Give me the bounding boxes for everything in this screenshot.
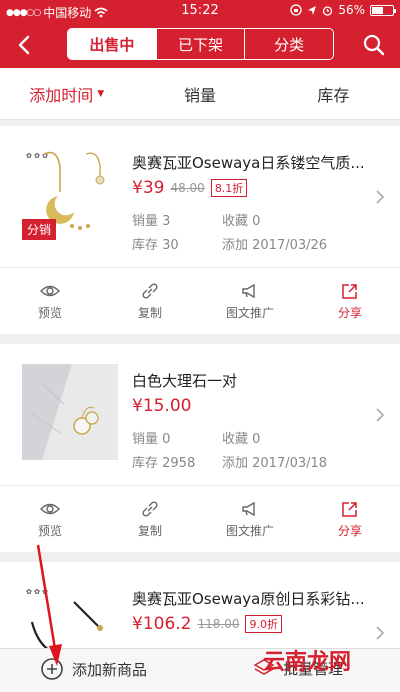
- location-icon: [308, 5, 317, 15]
- product-card: 白色大理石一对 ¥15.00 销量 0 收藏 0 库存 2958 添加 2017…: [0, 344, 400, 552]
- sort-sales[interactable]: 销量: [133, 68, 266, 119]
- favorites-count: 收藏 0: [222, 432, 261, 447]
- marble-earring-image: [22, 364, 118, 460]
- share-button[interactable]: 分享: [300, 268, 400, 334]
- discount-badge: 9.0折: [245, 615, 282, 633]
- copy-button[interactable]: 复制: [100, 268, 200, 334]
- chevron-right-icon: [376, 626, 385, 640]
- battery-percent: 56%: [338, 3, 365, 17]
- added-date: 添加 2017/03/18: [222, 456, 328, 471]
- status-bar: ●●●○○ 中国移动 15:22 56%: [0, 0, 400, 22]
- product-price: ¥106.2: [132, 614, 192, 634]
- tab-category[interactable]: 分类: [244, 29, 333, 59]
- back-icon[interactable]: [14, 34, 36, 56]
- link-icon: [142, 282, 158, 299]
- product-card: ✿ ✿ ✿ 分销 奥赛瓦亚Osewaya日系镂空气质... ¥39 48.00 …: [0, 126, 400, 334]
- share-label: 分享: [337, 523, 362, 538]
- svg-text:✿ ✿ ✿: ✿ ✿ ✿: [26, 588, 48, 596]
- promote-button[interactable]: 图文推广: [200, 486, 300, 552]
- chevron-right-icon: [376, 408, 385, 422]
- price-row: ¥39 48.00 8.1折: [132, 178, 248, 198]
- link-icon: [142, 500, 158, 517]
- stock-count: 库存 2958: [132, 456, 196, 471]
- add-product-button[interactable]: 添加新商品: [40, 657, 147, 681]
- sort-label: 添加时间: [29, 85, 94, 105]
- product-info[interactable]: ✿ ✿ ✿ 分销 奥赛瓦亚Osewaya日系镂空气质... ¥39 48.00 …: [0, 126, 400, 268]
- promote-label: 图文推广: [225, 523, 274, 538]
- necklace-image: ✿ ✿ ✿: [22, 582, 118, 648]
- battery-icon: [370, 4, 396, 16]
- plus-circle-icon: [41, 658, 63, 680]
- stock-count: 库存 30: [132, 238, 179, 253]
- promote-button[interactable]: 图文推广: [200, 268, 300, 334]
- preview-button[interactable]: 预览: [0, 486, 100, 552]
- watermark: 云南龙网: [263, 650, 352, 675]
- preview-label: 预览: [37, 523, 62, 538]
- original-price: 48.00: [170, 181, 205, 195]
- share-button[interactable]: 分享: [300, 486, 400, 552]
- preview-label: 预览: [37, 305, 62, 320]
- promote-label: 图文推广: [225, 305, 274, 320]
- product-actions: 预览 复制 图文推广 分享: [0, 268, 400, 334]
- sales-count: 销量 3: [132, 214, 171, 229]
- product-title: 奥赛瓦亚Osewaya原创日系彩钻...: [132, 590, 365, 608]
- sort-bar: 添加时间 ▼ 销量 库存: [0, 68, 400, 120]
- product-price: ¥39: [132, 178, 165, 198]
- product-info[interactable]: ✿ ✿ ✿ 奥赛瓦亚Osewaya原创日系彩钻... ¥106.2 118.00…: [0, 562, 400, 648]
- sort-label: 库存: [317, 85, 350, 105]
- price-row: ¥15.00: [132, 396, 191, 416]
- product-title: 奥赛瓦亚Osewaya日系镂空气质...: [132, 154, 365, 172]
- product-title: 白色大理石一对: [132, 372, 238, 390]
- price-row: ¥106.2 118.00 9.0折: [132, 614, 282, 634]
- preview-button[interactable]: 预览: [0, 268, 100, 334]
- sales-count: 销量 0: [132, 432, 171, 447]
- lock-rotation-icon: [290, 4, 302, 16]
- share-icon: [342, 283, 357, 299]
- product-thumbnail: ✿ ✿ ✿: [22, 582, 118, 648]
- product-thumbnail: ✿ ✿ ✿ 分销: [22, 146, 118, 242]
- tab-off-shelf[interactable]: 已下架: [155, 29, 245, 59]
- share-icon: [342, 501, 357, 517]
- tab-on-sale[interactable]: 出售中: [68, 29, 156, 59]
- product-actions: 预览 复制 图文推广 分享: [0, 486, 400, 552]
- product-info[interactable]: 白色大理石一对 ¥15.00 销量 0 收藏 0 库存 2958 添加 2017…: [0, 344, 400, 486]
- product-price: ¥15.00: [132, 396, 192, 416]
- product-card: ✿ ✿ ✿ 奥赛瓦亚Osewaya原创日系彩钻... ¥106.2 118.00…: [0, 562, 400, 648]
- original-price: 118.00: [197, 617, 240, 631]
- copy-button[interactable]: 复制: [100, 486, 200, 552]
- copy-label: 复制: [137, 523, 162, 538]
- alarm-icon: [323, 5, 333, 16]
- sort-stock[interactable]: 库存: [267, 68, 400, 119]
- product-thumbnail: [22, 364, 118, 460]
- status-tabs: 出售中 已下架 分类: [67, 28, 334, 60]
- megaphone-icon: [242, 501, 255, 516]
- eye-icon: [40, 285, 60, 296]
- distribution-badge: 分销: [22, 219, 57, 240]
- megaphone-icon: [242, 283, 255, 298]
- add-product-label: 添加新商品: [72, 660, 148, 679]
- copy-label: 复制: [137, 305, 162, 320]
- eye-icon: [40, 503, 60, 514]
- added-date: 添加 2017/03/26: [222, 238, 328, 253]
- favorites-count: 收藏 0: [222, 214, 261, 229]
- discount-badge: 8.1折: [210, 179, 248, 197]
- search-icon[interactable]: [362, 33, 386, 57]
- sort-added-time[interactable]: 添加时间 ▼: [0, 68, 133, 119]
- chevron-right-icon: [376, 190, 385, 204]
- share-label: 分享: [337, 305, 362, 320]
- sort-label: 销量: [183, 85, 216, 105]
- nav-bar: 出售中 已下架 分类: [0, 22, 400, 68]
- caret-down-icon: ▼: [97, 88, 105, 99]
